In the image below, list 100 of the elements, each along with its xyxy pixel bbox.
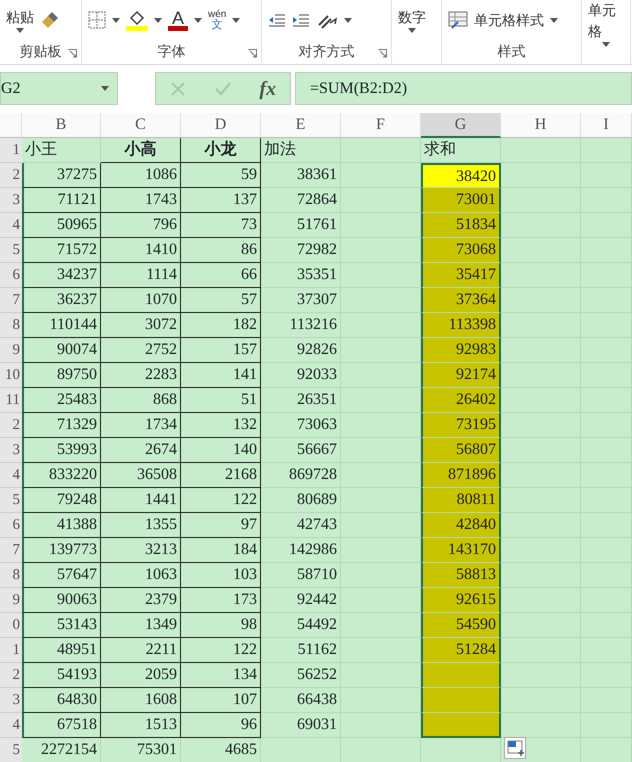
table-cell: 89750 [22, 363, 101, 388]
group-label: 字体 [158, 43, 186, 59]
row-header[interactable]: 4 [0, 463, 22, 488]
row-header[interactable]: 6 [0, 513, 22, 538]
font-color-button[interactable]: A [168, 10, 188, 30]
row-header[interactable]: 2 [0, 163, 22, 188]
row-header[interactable]: 11 [0, 388, 22, 413]
table-cell: 71329 [22, 413, 101, 438]
row-header[interactable]: 2 [0, 413, 22, 438]
column-header[interactable]: C [101, 113, 181, 138]
table-cell: 1608 [101, 688, 181, 713]
row-header[interactable]: 3 [0, 438, 22, 463]
caret-icon[interactable] [16, 28, 24, 33]
table-cell: 72864 [261, 188, 341, 213]
table-cell: 3213 [101, 538, 181, 563]
increase-indent-icon[interactable] [292, 13, 310, 27]
caret-icon[interactable] [344, 18, 352, 22]
row-header[interactable]: 5 [0, 738, 22, 762]
table-cell: 25483 [22, 388, 101, 413]
table-cell: 1086 [101, 163, 181, 188]
table-cell: 2283 [101, 363, 181, 388]
row-header[interactable]: 0 [0, 613, 22, 638]
caret-icon[interactable] [408, 28, 416, 33]
caret-icon[interactable] [602, 42, 610, 47]
column-header[interactable]: G [421, 113, 501, 138]
caret-icon[interactable] [232, 18, 240, 22]
brush-icon[interactable] [40, 10, 60, 30]
table-cell: 2168 [181, 463, 261, 488]
row-header[interactable]: 8 [0, 563, 22, 588]
table-cell: 182 [181, 313, 261, 338]
row-header[interactable]: 5 [0, 238, 22, 263]
row-header[interactable]: 6 [0, 263, 22, 288]
row-header[interactable]: 3 [0, 188, 22, 213]
table-cell: 37275 [22, 163, 101, 188]
table-cell: 59 [181, 163, 261, 188]
row-header[interactable]: 9 [0, 338, 22, 363]
column-header[interactable]: H [501, 113, 581, 138]
table-cell: 1070 [101, 288, 181, 313]
table-cell: 54590 [421, 613, 501, 638]
insert-function-button[interactable]: fx [259, 74, 276, 104]
table-cell: 加法 [261, 138, 341, 163]
column-header[interactable]: I [581, 113, 632, 138]
table-cell: 92442 [261, 588, 341, 613]
table-cell: 1410 [101, 238, 181, 263]
dialog-launcher-icon[interactable] [378, 49, 387, 58]
column-header[interactable]: E [261, 113, 341, 138]
table-cell: 36237 [22, 288, 101, 313]
table-cell: 56252 [261, 663, 341, 688]
table-cell: 51284 [421, 638, 501, 663]
table-cell: 71121 [22, 188, 101, 213]
caret-icon[interactable] [550, 18, 558, 22]
caret-icon[interactable] [194, 18, 202, 22]
table-cell: 122 [181, 638, 261, 663]
row-header[interactable]: 4 [0, 213, 22, 238]
table-cell: 796 [101, 213, 181, 238]
number-format-button[interactable]: 数字 [398, 7, 426, 28]
decrease-indent-icon[interactable] [268, 13, 286, 27]
row-header[interactable]: 10 [0, 363, 22, 388]
row-header[interactable]: 3 [0, 688, 22, 713]
row-header[interactable]: 1 [0, 138, 22, 163]
fill-color-icon[interactable] [126, 9, 148, 31]
paste-button[interactable]: 粘贴 [6, 7, 34, 28]
dialog-launcher-icon[interactable] [248, 49, 257, 58]
row-header[interactable]: 7 [0, 538, 22, 563]
cell-styles-icon[interactable] [448, 11, 468, 29]
table-cell: 73001 [421, 188, 501, 213]
phonetic-button[interactable]: wén 文 [208, 10, 226, 30]
name-box[interactable]: G2 [0, 72, 118, 105]
table-cell: 35351 [261, 263, 341, 288]
row-header[interactable]: 1 [0, 638, 22, 663]
table-cell: 132 [181, 413, 261, 438]
table-cell: 142986 [261, 538, 341, 563]
cell-styles-button[interactable]: 单元格样式 [474, 10, 544, 30]
column-header[interactable]: B [22, 113, 101, 138]
dialog-launcher-icon[interactable] [68, 49, 77, 58]
table-cell: 134 [181, 663, 261, 688]
check-icon[interactable] [214, 80, 232, 96]
table-cell: 小王 [22, 138, 101, 163]
row-header[interactable]: 9 [0, 588, 22, 613]
cells-button[interactable]: 单元格 [588, 0, 624, 42]
table-cell: 92033 [261, 363, 341, 388]
row-header[interactable]: 2 [0, 663, 22, 688]
column-header[interactable]: D [181, 113, 261, 138]
table-cell: 73068 [421, 238, 501, 263]
row-header[interactable]: 8 [0, 313, 22, 338]
table-cell: 26351 [261, 388, 341, 413]
row-header[interactable]: 4 [0, 713, 22, 738]
row-header[interactable]: 7 [0, 288, 22, 313]
borders-icon[interactable] [88, 11, 106, 29]
formula-field[interactable]: =SUM(B2:D2) [295, 72, 632, 105]
quick-analysis-icon[interactable] [504, 737, 526, 759]
caret-icon[interactable] [101, 86, 109, 91]
caret-icon[interactable] [154, 18, 162, 22]
column-header[interactable]: F [341, 113, 421, 138]
row-header[interactable]: 5 [0, 488, 22, 513]
table-cell: 1355 [101, 513, 181, 538]
table-cell: 92174 [421, 363, 501, 388]
caret-icon[interactable] [112, 18, 120, 22]
table-cell: 小龙 [181, 138, 261, 163]
table-cell: 56667 [261, 438, 341, 463]
